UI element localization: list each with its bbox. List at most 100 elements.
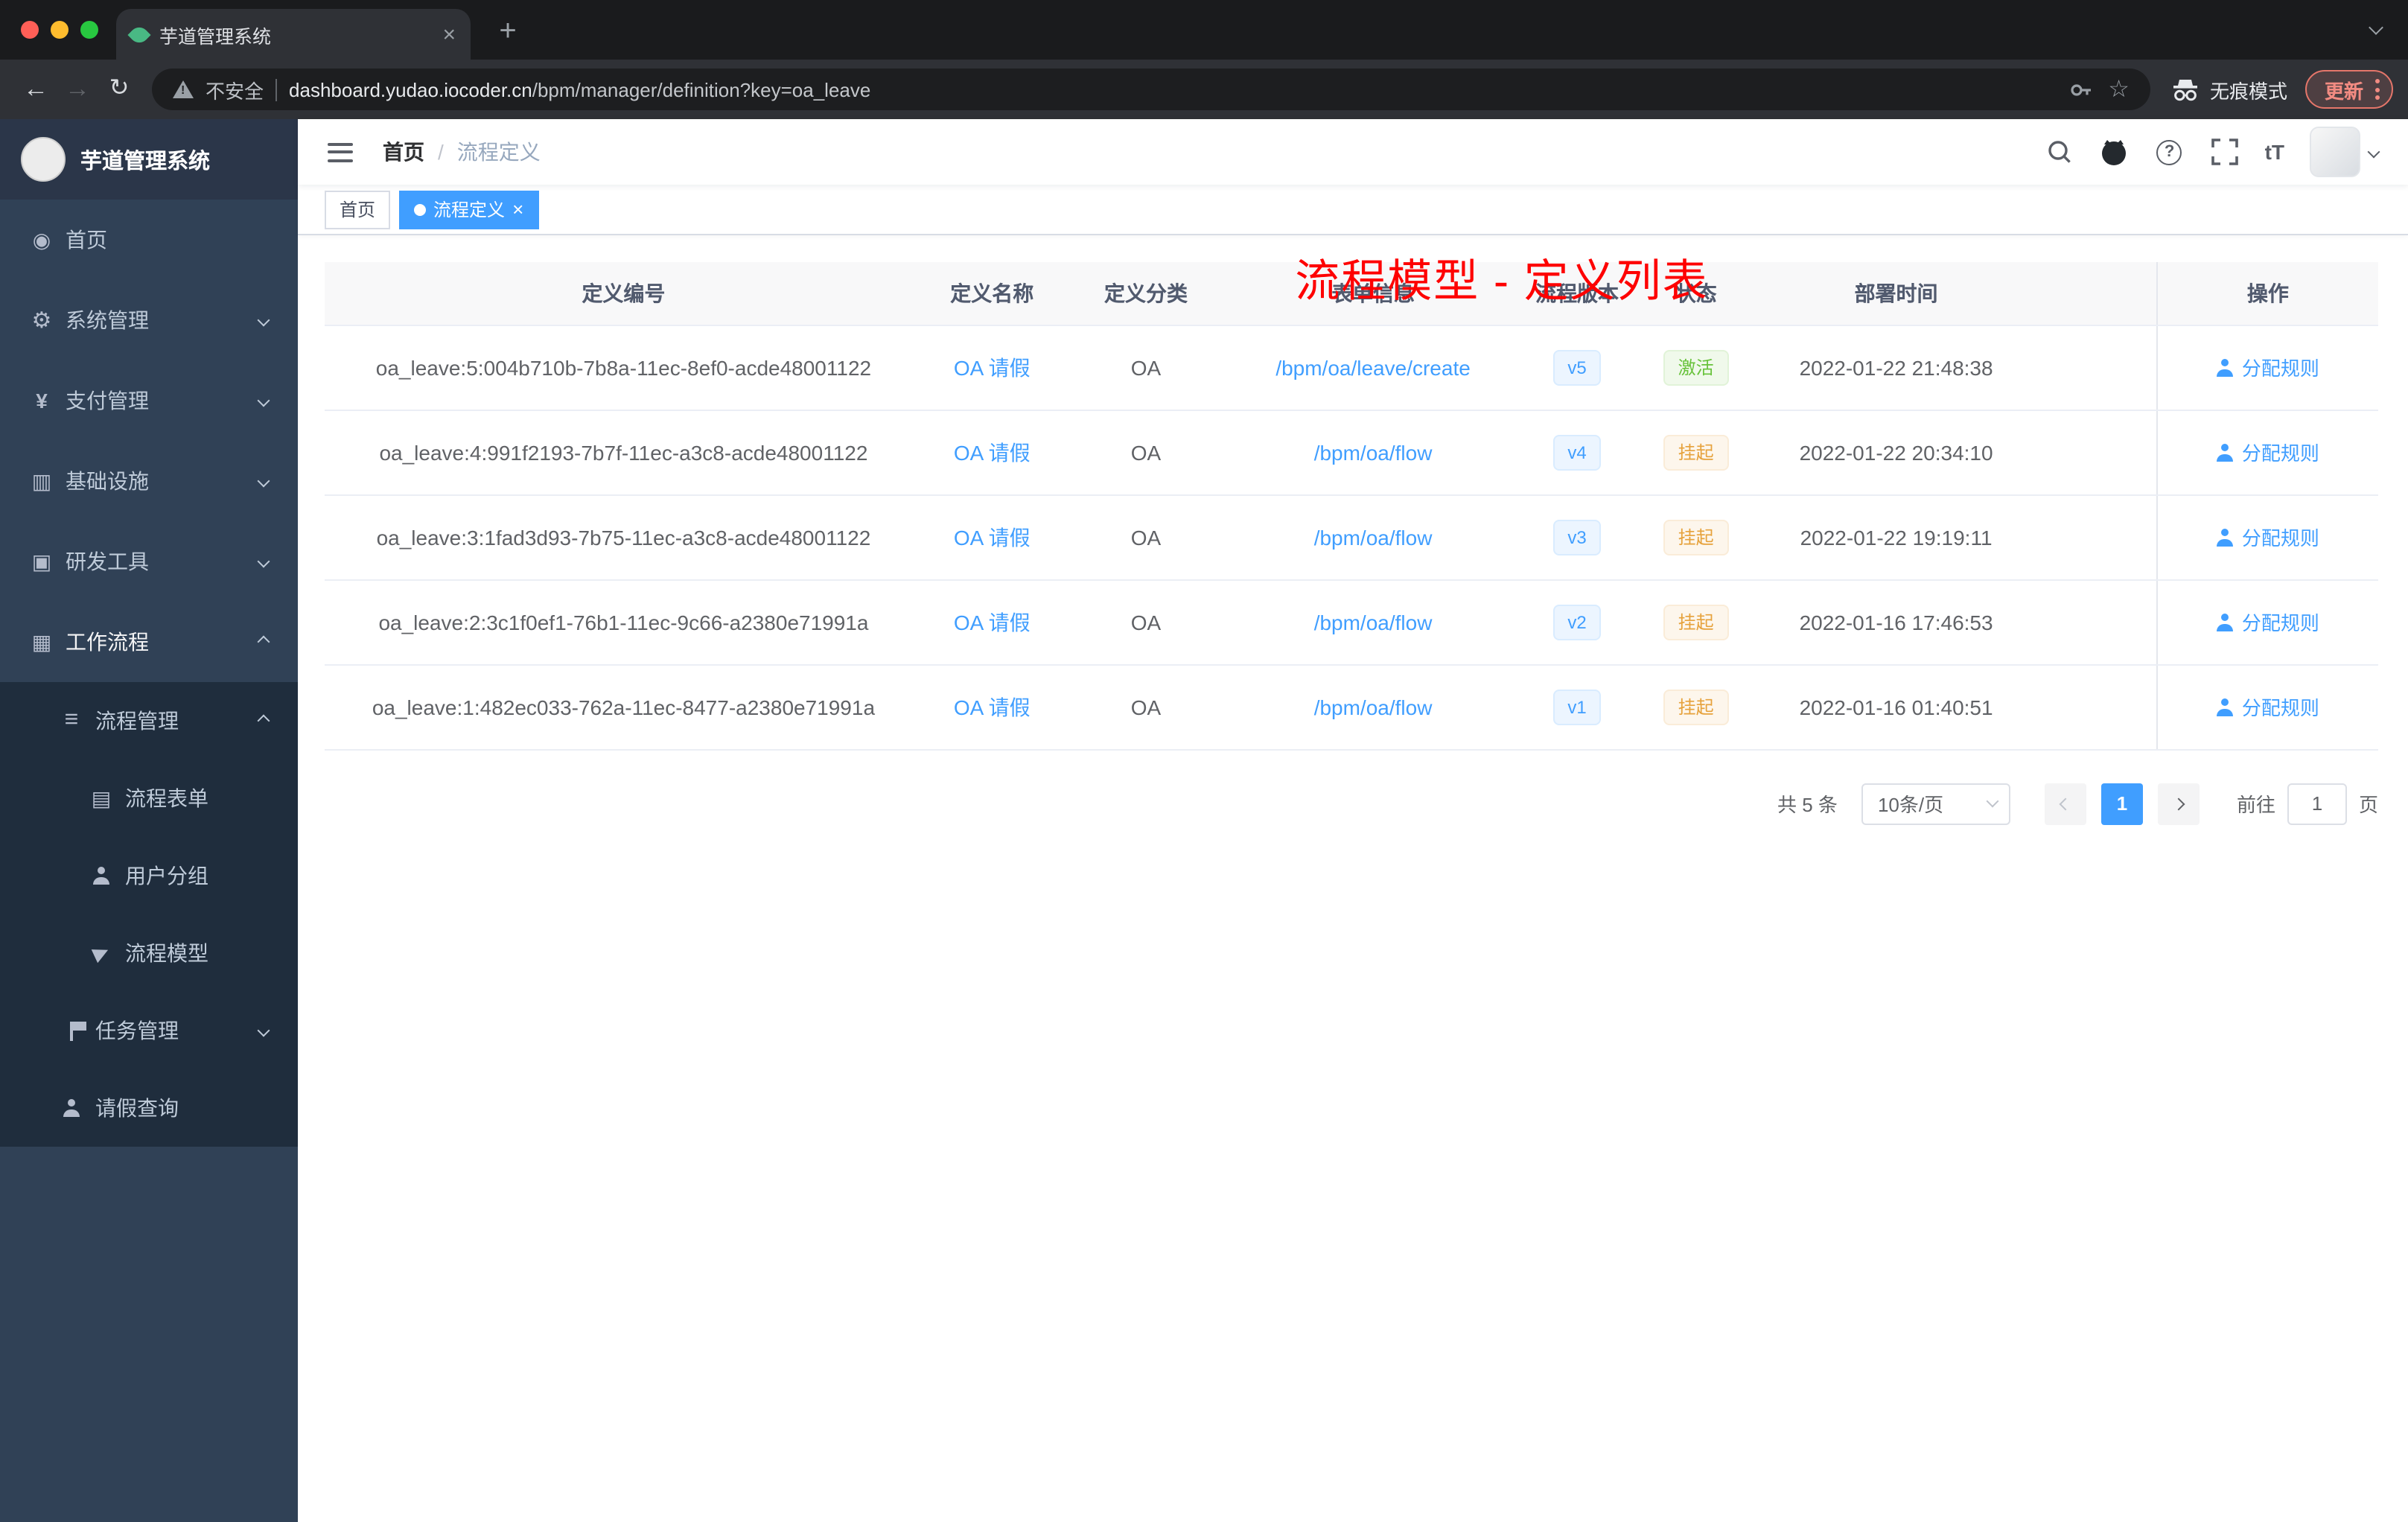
zoom-window-button[interactable] <box>80 21 98 39</box>
fullscreen-icon[interactable] <box>2210 137 2240 167</box>
table-header-row: 定义编号 定义名称 定义分类 表单信息 流程版本 状态 部署时间 操作 <box>325 262 2378 325</box>
breadcrumb-current: 流程定义 <box>456 140 541 164</box>
favicon <box>127 22 151 46</box>
tab-search-caret-icon[interactable] <box>2369 13 2383 40</box>
page-number-active[interactable]: 1 <box>2100 783 2143 824</box>
tools-icon <box>30 549 54 574</box>
bookmark-star-icon[interactable] <box>2108 74 2130 104</box>
chevron-down-icon <box>257 313 270 327</box>
user-menu[interactable] <box>2310 127 2380 177</box>
cell-category: OA <box>1061 410 1231 495</box>
sidebar-item-infrastructure[interactable]: 基础设施 <box>0 441 298 521</box>
form-link[interactable]: /bpm/oa/leave/create <box>1275 355 1471 379</box>
col-header-form: 表单信息 <box>1230 262 1516 325</box>
assign-rule-button[interactable]: 分配规则 <box>2217 692 2319 721</box>
cell-id: oa_leave:1:482ec033-762a-11ec-8477-a2380… <box>325 664 923 750</box>
sidebar-item-process-form[interactable]: 流程表单 <box>0 760 298 837</box>
address-bar[interactable]: 不安全 dashboard.yudao.iocoder.cn/bpm/manag… <box>152 69 2150 110</box>
form-link[interactable]: /bpm/oa/flow <box>1314 695 1433 719</box>
cell-deploy-time: 2022-01-16 17:46:53 <box>1753 579 2039 665</box>
sidebar-item-home[interactable]: 首页 <box>0 200 298 280</box>
chevron-down-icon <box>257 474 270 488</box>
active-dot <box>414 203 427 215</box>
person-icon <box>2217 698 2235 716</box>
col-header-filler <box>2039 262 2157 325</box>
sidebar-item-task-mgmt[interactable]: 任务管理 <box>0 992 298 1069</box>
tag-process-definition[interactable]: 流程定义 × <box>399 190 539 229</box>
avatar[interactable] <box>2310 127 2360 177</box>
sidebar-item-devtools[interactable]: 研发工具 <box>0 521 298 602</box>
chevron-up-icon <box>257 714 270 727</box>
sidebar-item-leave-query[interactable]: 请假查询 <box>0 1069 298 1147</box>
goto-page-input[interactable] <box>2287 783 2347 824</box>
form-link[interactable]: /bpm/oa/flow <box>1314 440 1433 464</box>
col-header-id: 定义编号 <box>325 262 923 325</box>
definition-name-link[interactable]: OA 请假 <box>954 440 1031 464</box>
definition-table: 定义编号 定义名称 定义分类 表单信息 流程版本 状态 部署时间 操作 oa_l… <box>325 262 2378 750</box>
assign-rule-button[interactable]: 分配规则 <box>2217 523 2319 551</box>
pagination-total: 共 5 条 <box>1777 794 1838 816</box>
assign-rule-button[interactable]: 分配规则 <box>2217 438 2319 466</box>
page-content: 定义编号 定义名称 定义分类 表单信息 流程版本 状态 部署时间 操作 oa_l… <box>298 235 2408 1522</box>
font-size-icon[interactable]: tT <box>2265 140 2284 164</box>
version-tag: v2 <box>1552 604 1602 640</box>
breadcrumb-separator: / <box>438 140 444 164</box>
status-badge: 挂起 <box>1663 434 1729 470</box>
reload-button[interactable] <box>98 69 140 110</box>
back-button[interactable] <box>15 69 57 110</box>
user-group-icon <box>89 867 113 885</box>
form-link[interactable]: /bpm/oa/flow <box>1314 610 1433 634</box>
cell-deploy-time: 2022-01-16 01:40:51 <box>1753 664 2039 750</box>
next-page-button[interactable] <box>2157 783 2200 824</box>
person-icon <box>2217 613 2235 631</box>
definition-name-link[interactable]: OA 请假 <box>954 355 1031 379</box>
sidebar-toggle-icon[interactable] <box>322 133 359 171</box>
cell-deploy-time: 2022-01-22 20:34:10 <box>1753 410 2039 495</box>
browser-tab[interactable]: 芋道管理系统 × <box>116 9 471 60</box>
browser-menu-icon[interactable] <box>2375 79 2380 100</box>
person-icon <box>2217 443 2235 461</box>
incognito-badge: 无痕模式 <box>2171 75 2287 104</box>
close-window-button[interactable] <box>21 21 39 39</box>
logo-avatar <box>21 137 66 182</box>
send-icon <box>89 943 113 964</box>
definition-name-link[interactable]: OA 请假 <box>954 525 1031 549</box>
sidebar-item-process-model[interactable]: 流程模型 <box>0 914 298 992</box>
tags-view: 首页 流程定义 × <box>298 185 2408 235</box>
assign-rule-button[interactable]: 分配规则 <box>2217 608 2319 636</box>
new-tab-button[interactable]: + <box>488 13 527 52</box>
chrome-update-button[interactable]: 更新 <box>2305 70 2393 109</box>
definition-name-link[interactable]: OA 请假 <box>954 610 1031 634</box>
tag-close-icon[interactable]: × <box>512 200 523 219</box>
search-icon[interactable] <box>2045 137 2074 167</box>
sidebar-item-system[interactable]: 系统管理 <box>0 280 298 360</box>
password-key-icon[interactable] <box>2066 74 2096 104</box>
help-icon[interactable]: ? <box>2155 137 2185 167</box>
page-size-select[interactable]: 10条/页 <box>1861 783 2010 824</box>
infrastructure-icon <box>30 468 54 494</box>
not-secure-icon <box>173 80 194 98</box>
tag-home[interactable]: 首页 <box>325 190 391 229</box>
chevron-down-icon <box>1986 795 1999 808</box>
assign-rule-button[interactable]: 分配规则 <box>2217 353 2319 381</box>
github-icon[interactable] <box>2100 137 2130 167</box>
form-link[interactable]: /bpm/oa/flow <box>1314 525 1433 549</box>
col-header-status: 状态 <box>1638 262 1754 325</box>
cell-id: oa_leave:4:991f2193-7b7f-11ec-a3c8-acde4… <box>325 410 923 495</box>
definition-name-link[interactable]: OA 请假 <box>954 695 1031 719</box>
minimize-window-button[interactable] <box>51 21 69 39</box>
sidebar-item-user-group[interactable]: 用户分组 <box>0 837 298 914</box>
tab-close-icon[interactable]: × <box>442 23 456 45</box>
col-header-version: 流程版本 <box>1515 262 1639 325</box>
cell-category: OA <box>1061 325 1231 410</box>
logo-title: 芋道管理系统 <box>80 150 210 173</box>
dashboard-icon <box>30 227 54 252</box>
breadcrumb-home[interactable]: 首页 <box>383 137 424 167</box>
prev-page-button[interactable] <box>2044 783 2086 824</box>
sidebar-item-process-mgmt[interactable]: 流程管理 <box>0 682 298 760</box>
sidebar-item-payment[interactable]: 支付管理 <box>0 360 298 441</box>
chevron-down-icon <box>257 1024 270 1037</box>
sidebar-item-workflow[interactable]: 工作流程 <box>0 602 298 682</box>
forward-button[interactable] <box>57 69 98 110</box>
sidebar-logo[interactable]: 芋道管理系统 <box>0 119 298 200</box>
